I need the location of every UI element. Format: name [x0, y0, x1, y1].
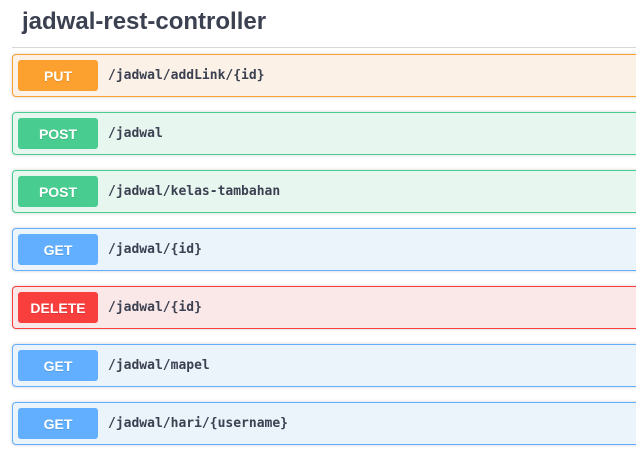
- method-badge: POST: [18, 176, 98, 207]
- operation-row-get-mapel[interactable]: GET /jadwal/mapel: [12, 344, 636, 387]
- operation-path: /jadwal/{id}: [108, 300, 202, 315]
- method-badge: GET: [18, 408, 98, 439]
- method-badge: PUT: [18, 60, 98, 91]
- operations-list: PUT /jadwal/addLink/{id} POST /jadwal PO…: [12, 54, 636, 460]
- operation-path: /jadwal/kelas-tambahan: [108, 184, 281, 199]
- operation-row-get-hari-username[interactable]: GET /jadwal/hari/{username}: [12, 402, 636, 445]
- operation-row-delete-jadwal-id[interactable]: DELETE /jadwal/{id}: [12, 286, 636, 329]
- operation-path: /jadwal: [108, 126, 163, 141]
- operation-path: /jadwal/hari/{username}: [108, 416, 289, 431]
- operation-path: /jadwal/{id}: [108, 242, 202, 257]
- method-badge: GET: [18, 234, 98, 265]
- operation-row-post-kelas-tambahan[interactable]: POST /jadwal/kelas-tambahan: [12, 170, 636, 213]
- operation-row-get-jadwal-id[interactable]: GET /jadwal/{id}: [12, 228, 636, 271]
- operation-row-put-addlink[interactable]: PUT /jadwal/addLink/{id}: [12, 54, 636, 97]
- tag-section-header[interactable]: jadwal-rest-controller: [12, 0, 636, 48]
- method-badge: GET: [18, 350, 98, 381]
- operation-row-post-jadwal[interactable]: POST /jadwal: [12, 112, 636, 155]
- section-title: jadwal-rest-controller: [22, 8, 267, 35]
- method-badge: POST: [18, 118, 98, 149]
- method-badge: DELETE: [18, 292, 98, 323]
- operation-path: /jadwal/addLink/{id}: [108, 68, 265, 83]
- operation-path: /jadwal/mapel: [108, 358, 210, 373]
